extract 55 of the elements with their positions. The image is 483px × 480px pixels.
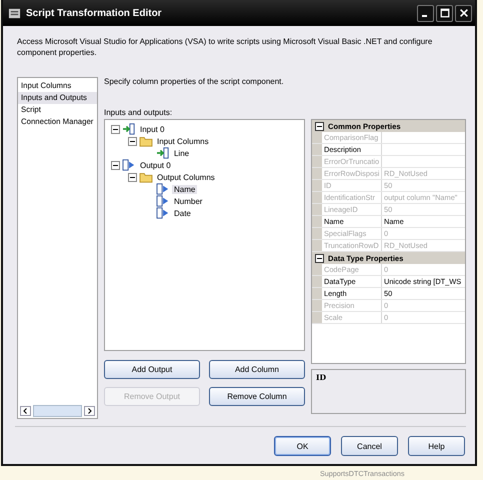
row-gutter — [312, 312, 322, 323]
collapse-icon[interactable] — [128, 136, 137, 146]
tree-node[interactable]: Input 0 — [138, 124, 166, 134]
app-icon — [8, 6, 21, 20]
row-gutter — [312, 216, 322, 227]
action-button[interactable]: Remove Column — [208, 387, 305, 406]
row-gutter — [312, 168, 322, 179]
input-column-icon — [122, 123, 136, 135]
action-button[interactable]: Add Output — [104, 360, 200, 379]
tree-node[interactable]: Output Columns — [154, 172, 217, 182]
tree-node[interactable]: Name — [172, 184, 198, 194]
collapse-icon[interactable] — [314, 122, 324, 130]
dialog-button[interactable]: Cancel — [341, 436, 398, 456]
tree-node[interactable]: Number — [172, 196, 204, 206]
minimize-icon — [422, 14, 427, 16]
tree-node[interactable]: Line — [172, 148, 192, 158]
row-gutter — [312, 192, 322, 203]
output-column-icon — [156, 207, 170, 219]
folder-icon — [138, 171, 153, 183]
folder-icon — [138, 135, 153, 147]
collapse-icon[interactable] — [110, 124, 120, 134]
collapse-icon[interactable] — [128, 172, 137, 182]
scroll-left-icon[interactable] — [20, 406, 31, 416]
description-text: Access Microsoft Visual Studio for Applications (VSA) to write scripts using Microsoft Visual Basic .NET and configure component properties. — [17, 36, 434, 58]
row-gutter — [312, 300, 322, 311]
tree-node[interactable]: Input Columns — [154, 136, 211, 146]
maximize-button[interactable] — [436, 4, 453, 22]
row-gutter — [312, 156, 322, 167]
minimize-button[interactable] — [417, 4, 434, 22]
tree-node[interactable]: Output 0 — [138, 160, 173, 170]
output-column-icon — [156, 183, 170, 195]
row-gutter — [312, 204, 322, 215]
action-button[interactable]: Add Column — [208, 360, 305, 379]
dialog-button[interactable]: OK — [274, 436, 331, 456]
close-button[interactable] — [455, 4, 472, 22]
input-column-icon — [156, 147, 170, 159]
close-icon — [458, 8, 468, 18]
dialog-button[interactable]: Help — [408, 436, 465, 456]
page-caption: Specify column properties of the script component. — [104, 77, 285, 86]
scroll-thumb[interactable] — [33, 404, 82, 416]
row-gutter — [312, 144, 322, 155]
scroll-right-icon[interactable] — [84, 406, 95, 416]
tree-node[interactable]: Date — [172, 208, 193, 218]
horizontal-scrollbar[interactable] — [18, 405, 97, 418]
window-title: Script Transformation Editor — [26, 8, 163, 18]
collapse-icon[interactable] — [110, 160, 120, 170]
maximize-icon — [440, 8, 450, 18]
row-gutter — [312, 180, 322, 191]
row-gutter — [312, 276, 322, 287]
row-gutter — [312, 288, 322, 299]
collapse-icon[interactable] — [314, 254, 324, 262]
row-gutter — [312, 228, 322, 239]
output-column-icon — [122, 159, 136, 171]
output-column-icon — [156, 195, 170, 207]
tree-label: Inputs and outputs: — [104, 108, 174, 117]
